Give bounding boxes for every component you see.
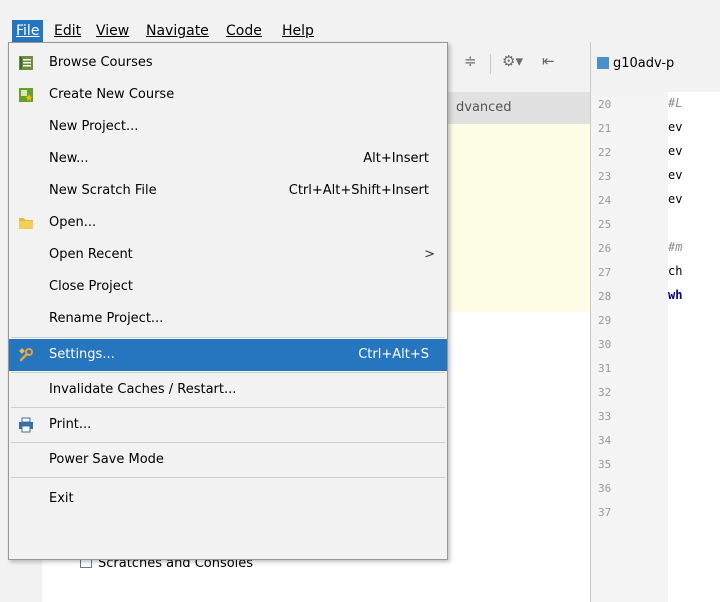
browse-courses-icon — [19, 56, 33, 70]
line-number: 28 — [598, 290, 612, 303]
rename-project-item[interactable]: Rename Project... — [9, 303, 447, 335]
menu-separator — [11, 337, 445, 338]
menu-edit[interactable]: Edit — [50, 20, 85, 42]
menu-separator — [11, 477, 445, 478]
open-recent-item[interactable]: Open Recent > — [9, 239, 447, 271]
line-number: 20 — [598, 98, 612, 111]
menu-separator — [11, 372, 445, 373]
create-new-course-item[interactable]: Create New Course — [9, 79, 447, 111]
code-line: wh — [668, 288, 683, 302]
project-tree-selection — [448, 124, 590, 312]
create-course-icon — [19, 88, 33, 102]
file-menu-dropdown: Browse Courses Create New Course New Pro… — [8, 42, 448, 560]
menu-separator — [11, 407, 445, 408]
line-number-gutter: 20 21 22 23 24 25 26 27 28 29 30 31 32 3… — [590, 92, 669, 602]
open-item[interactable]: Open... — [9, 207, 447, 239]
line-number: 26 — [598, 242, 612, 255]
line-number: 32 — [598, 386, 612, 399]
code-line: ev — [668, 192, 683, 206]
new-scratch-file-item[interactable]: New Scratch File Ctrl+Alt+Shift+Insert — [9, 175, 447, 207]
project-toolbar: ≑ ⚙▾ ⇤ — [448, 42, 590, 92]
menu-bar: File Edit View Navigate Code Help — [0, 0, 720, 42]
code-line: #m — [668, 240, 683, 254]
code-line: ev — [668, 168, 683, 182]
editor-tab-bar: g10adv-p — [590, 42, 720, 92]
folder-icon — [19, 218, 33, 229]
project-tree-header: dvanced — [448, 92, 590, 124]
line-number: 37 — [598, 506, 612, 519]
exit-item[interactable]: Exit — [9, 483, 447, 515]
menu-file[interactable]: File — [12, 20, 44, 42]
line-number: 36 — [598, 482, 612, 495]
line-number: 22 — [598, 146, 612, 159]
line-number: 21 — [598, 122, 612, 135]
line-number: 33 — [598, 410, 612, 423]
code-line: ch — [668, 264, 683, 278]
menu-code[interactable]: Code — [222, 20, 266, 42]
line-number: 27 — [598, 266, 612, 279]
close-project-item[interactable]: Close Project — [9, 271, 447, 303]
editor-tab[interactable]: g10adv-p — [597, 56, 674, 71]
menu-help[interactable]: Help — [278, 20, 318, 42]
power-save-mode-item[interactable]: Power Save Mode — [9, 444, 447, 476]
new-project-item[interactable]: New Project... — [9, 111, 447, 143]
project-tree-area — [448, 312, 590, 602]
line-number: 25 — [598, 218, 612, 231]
settings-item[interactable]: Settings... Ctrl+Alt+S — [9, 339, 447, 371]
line-number: 34 — [598, 434, 612, 447]
line-number: 29 — [598, 314, 612, 327]
line-number: 30 — [598, 338, 612, 351]
menu-view[interactable]: View — [92, 20, 133, 42]
printer-icon — [19, 417, 33, 433]
menu-separator — [11, 442, 445, 443]
toolbar-separator — [490, 54, 491, 74]
wrench-icon — [19, 348, 33, 362]
collapse-all-icon[interactable]: ≑ — [464, 52, 477, 70]
code-editor[interactable]: #L ev ev ev ev #m ch wh — [668, 92, 720, 602]
file-icon — [597, 57, 609, 69]
menu-navigate[interactable]: Navigate — [142, 20, 213, 42]
code-line: #L — [668, 96, 683, 110]
hide-panel-icon[interactable]: ⇤ — [542, 52, 555, 70]
browse-courses-item[interactable]: Browse Courses — [9, 47, 447, 79]
line-number: 24 — [598, 194, 612, 207]
new-item[interactable]: New... Alt+Insert — [9, 143, 447, 175]
invalidate-caches-item[interactable]: Invalidate Caches / Restart... — [9, 374, 447, 406]
code-line: ev — [668, 120, 683, 134]
line-number: 31 — [598, 362, 612, 375]
line-number: 35 — [598, 458, 612, 471]
line-number: 23 — [598, 170, 612, 183]
print-item[interactable]: Print... — [9, 409, 447, 441]
submenu-arrow-icon: > — [424, 247, 435, 262]
gear-icon[interactable]: ⚙▾ — [502, 52, 523, 70]
code-line: ev — [668, 144, 683, 158]
